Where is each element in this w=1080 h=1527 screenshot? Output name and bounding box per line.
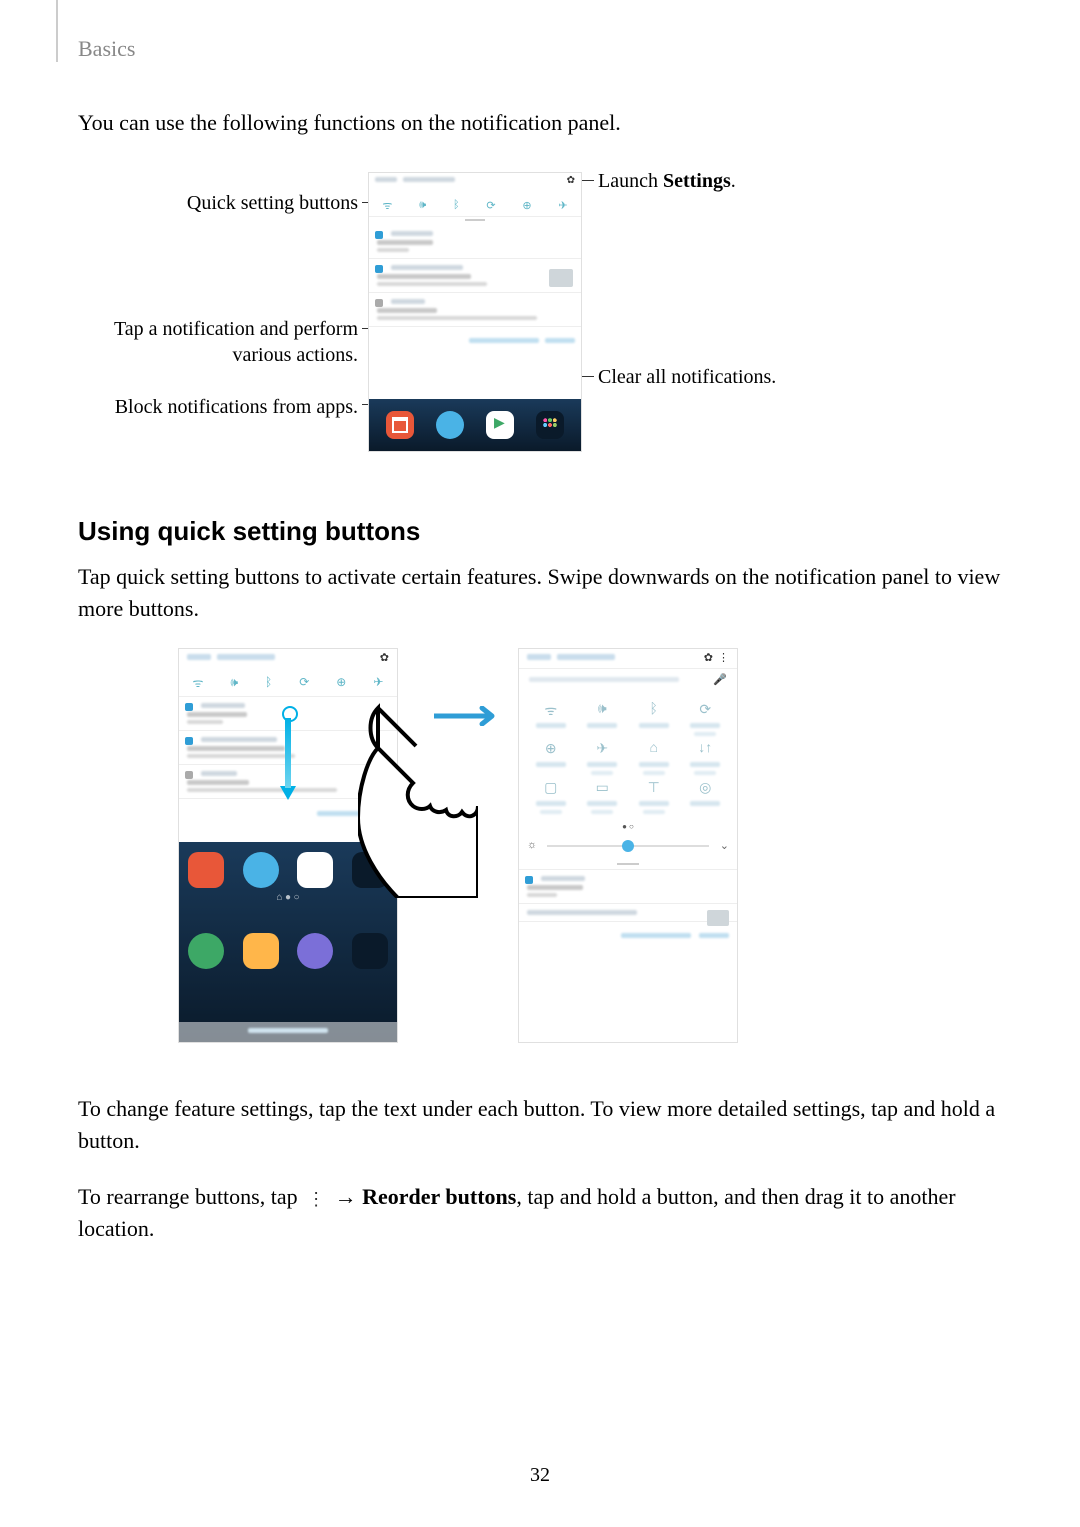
callout-block: Block notifications from apps.	[115, 394, 358, 420]
panel-handle	[369, 217, 581, 225]
notification-item	[369, 293, 581, 327]
home-screen: ⌂ ● ○	[179, 842, 397, 1042]
app-icon	[243, 933, 279, 969]
panel-pager: ● ○	[519, 822, 737, 831]
quick-settings-grid: ᯤ 🕪 ᛒ ⟳ ⊕ ✈ ⌂ ↓↑ ▢ ▭ ⊤ ◎	[519, 693, 737, 818]
app-icon	[297, 933, 333, 969]
callout-tap-line2: various actions.	[232, 344, 358, 366]
section-heading: Using quick setting buttons	[78, 516, 1002, 547]
callout-tap-line1: Tap a notification and perform	[114, 318, 358, 340]
rotate-icon: ⟳	[486, 199, 495, 212]
panel-footer	[179, 799, 397, 817]
flashlight-icon: ⊕	[522, 199, 531, 212]
para-reorder: To rearrange buttons, tap ⋮ → Reorder bu…	[78, 1181, 1002, 1245]
app-icon	[536, 411, 564, 439]
notification-item	[369, 259, 581, 293]
swipe-down-indicator	[282, 706, 294, 796]
panel-footer-buttons	[369, 327, 581, 345]
callout-clear-all: Clear all notifications.	[598, 364, 776, 390]
bluetooth-icon: ᛒ	[650, 701, 658, 719]
intro-text: You can use the following functions on t…	[78, 108, 1002, 138]
location-icon: ◎	[699, 779, 711, 797]
airplane-icon: ✈	[373, 675, 383, 690]
callout-tap-notification: Tap a notification and perform various a…	[114, 316, 358, 368]
transition-arrow-icon	[434, 706, 504, 726]
status-time-placeholder	[375, 177, 397, 182]
nfc-icon: ▢	[544, 779, 557, 797]
voice-search-bar	[179, 1022, 397, 1042]
para3-pre: To rearrange buttons, tap	[78, 1184, 303, 1209]
para-change-settings: To change feature settings, tap the text…	[78, 1093, 1002, 1157]
airplane-icon: ✈	[558, 199, 567, 212]
para-quick-settings: Tap quick setting buttons to activate ce…	[78, 561, 1002, 625]
sync-icon: ⊤	[648, 779, 660, 797]
app-icon	[297, 852, 333, 888]
home-dock	[369, 399, 581, 451]
callout-launch-settings: Launch Settings.	[598, 168, 736, 194]
brightness-icon: ☼	[527, 839, 537, 851]
more-vertical-icon: ⋮	[307, 1190, 325, 1208]
figure-swipe-expand: ✿ ᯤ 🕪 ᛒ ⟳ ⊕ ✈	[78, 648, 998, 1063]
hotspot-icon: ⌂	[650, 740, 658, 758]
callout-launch-pre: Launch	[598, 170, 663, 192]
notif-app-icon	[375, 265, 383, 273]
app-icon	[352, 933, 388, 969]
notification-item	[369, 225, 581, 259]
gear-icon: ✿	[567, 175, 575, 186]
brightness-slider: ☼ ⌄	[527, 835, 729, 859]
app-icon	[188, 852, 224, 888]
flashlight-icon: ⊕	[336, 675, 346, 690]
wifi-icon: ᯤ	[544, 701, 557, 719]
gear-icon: ✿	[380, 651, 389, 664]
notif-app-icon	[375, 231, 383, 239]
figure-annotated-panel: Quick setting buttons Tap a notification…	[78, 172, 998, 462]
app-icon	[486, 411, 514, 439]
para3-mid: →	[329, 1184, 362, 1209]
mic-icon: 🎤	[713, 673, 727, 686]
app-icon	[386, 411, 414, 439]
wifi-icon: ᯤ	[382, 198, 392, 213]
callout-launch-post: .	[731, 170, 736, 192]
callout-quick-buttons: Quick setting buttons	[187, 190, 358, 216]
notification-item	[519, 903, 737, 921]
sound-icon: 🕪	[419, 199, 426, 212]
callout-launch-bold: Settings	[663, 170, 731, 192]
sound-icon: 🕪	[598, 701, 607, 719]
phone-mock-notification-panel: ✿ ᯤ 🕪 ᛒ ⟳ ⊕ ✈	[368, 172, 582, 452]
status-date-placeholder	[403, 177, 455, 182]
datasaver-icon: ↓↑	[698, 740, 712, 758]
page-number: 32	[0, 1464, 1080, 1487]
app-icon	[352, 852, 388, 888]
page-indicator: ⌂ ● ○	[179, 892, 397, 903]
app-icon	[188, 933, 224, 969]
sound-icon: 🕪	[230, 675, 238, 690]
gear-icon: ✿	[704, 651, 713, 664]
para3-bold: Reorder buttons	[362, 1184, 516, 1209]
rotate-icon: ⟳	[699, 701, 711, 719]
rotate-icon: ⟳	[299, 675, 309, 690]
quick-settings-row: ᯤ 🕪 ᛒ ⟳ ⊕ ✈	[179, 669, 397, 697]
search-row: 🎤	[525, 673, 731, 693]
header-section: Basics	[78, 36, 135, 62]
file-icon: ▭	[596, 779, 609, 797]
notification-item	[519, 869, 737, 903]
more-icon: ⋮	[718, 651, 729, 664]
bluetooth-icon: ᛒ	[453, 199, 460, 211]
wifi-icon: ᯤ	[193, 674, 204, 691]
app-icon	[436, 411, 464, 439]
flashlight-icon: ⊕	[545, 740, 557, 758]
panel-statusbar: ✿	[369, 173, 581, 191]
header-rule	[56, 0, 58, 62]
chevron-down-icon: ⌄	[720, 839, 729, 852]
bluetooth-icon: ᛒ	[265, 675, 272, 690]
panel-footer-buttons	[519, 921, 737, 941]
notif-thumbnail	[549, 269, 573, 287]
airplane-icon: ✈	[596, 740, 608, 758]
notif-app-icon	[375, 299, 383, 307]
quick-settings-row: ᯤ 🕪 ᛒ ⟳ ⊕ ✈	[369, 191, 581, 217]
app-icon	[243, 852, 279, 888]
phone-mock-expanded-panel: ✿ ⋮ 🎤 ᯤ 🕪 ᛒ ⟳ ⊕ ✈ ⌂ ↓↑ ▢ ▭ ⊤ ◎ ● ○	[518, 648, 738, 1043]
